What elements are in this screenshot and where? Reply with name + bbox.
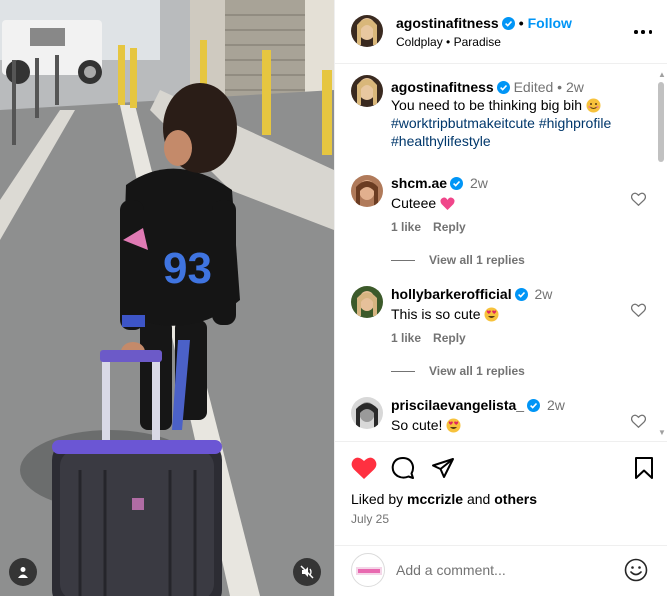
commenter-avatar[interactable] [351, 175, 383, 207]
caption-hashtags: #worktripbutmakeitcute #highprofile #hea… [391, 114, 651, 150]
smiling-face-emoji-icon [586, 98, 601, 113]
audio-song[interactable]: Paradise [454, 35, 501, 49]
hashtag-link[interactable]: #worktripbutmakeitcute [391, 115, 535, 131]
mute-button[interactable] [293, 558, 321, 586]
caption-time[interactable]: 2w [566, 79, 584, 95]
caption-username[interactable]: agostinafitness [391, 79, 494, 95]
audio-artist[interactable]: Coldplay [396, 35, 443, 49]
tag-user-icon [18, 567, 28, 578]
svg-text:93: 93 [163, 244, 212, 293]
comment-item: priscilaevangelista_ 2w So cute! [335, 393, 655, 441]
heart-eyes-emoji-icon [446, 418, 461, 433]
like-comment-heart-icon[interactable] [631, 192, 646, 206]
comment-input[interactable] [396, 558, 616, 582]
verified-badge-icon [450, 177, 464, 190]
add-comment-bar [335, 545, 667, 596]
mute-icon [300, 565, 314, 579]
view-replies-button[interactable]: View all 1 replies [391, 253, 525, 267]
comment-text: Cuteee [391, 195, 437, 211]
heart-icon[interactable] [351, 456, 377, 480]
view-replies-button[interactable]: View all 1 replies [391, 364, 525, 378]
comment-time[interactable]: 2w [547, 397, 565, 413]
commenter-username[interactable]: hollybarkerofficial [391, 286, 512, 302]
like-comment-heart-icon[interactable] [631, 414, 646, 428]
emoji-icon[interactable] [624, 558, 648, 582]
author-avatar[interactable] [351, 15, 383, 47]
liked-by-others[interactable]: others [494, 491, 537, 507]
verified-badge-icon [514, 288, 528, 301]
post-sidebar: agostinafitness • Follow Coldplay • Paradi… [334, 0, 667, 596]
comment-item: hollybarkerofficial 2w This is so cute 1… [335, 282, 655, 392]
comment-icon[interactable] [391, 456, 415, 480]
separator-dot: • [553, 79, 566, 95]
comment-time[interactable]: 2w [534, 286, 552, 302]
separator-dot: • [518, 15, 524, 31]
comments-list[interactable]: agostinafitness Edited • 2w You need to … [335, 64, 667, 441]
verified-badge-icon [527, 399, 541, 412]
comment-time[interactable]: 2w [470, 175, 488, 191]
comment-text: This is so cute [391, 306, 481, 322]
edited-label: Edited [513, 79, 554, 95]
post-date[interactable]: July 25 [351, 512, 389, 526]
separator-dot: • [446, 35, 454, 49]
hashtag-link[interactable]: #highprofile [539, 115, 611, 131]
replies-divider [391, 370, 415, 372]
author-username[interactable]: agostinafitness [396, 15, 499, 31]
liked-by-user[interactable]: mccrizle [407, 491, 463, 507]
author-avatar[interactable] [351, 75, 383, 107]
audio-info[interactable]: Coldplay • Paradise [396, 35, 501, 49]
commenter-username[interactable]: shcm.ae [391, 175, 447, 191]
more-options-icon[interactable] [634, 23, 652, 41]
current-user-avatar [351, 553, 385, 587]
comment-item: shcm.ae 2w Cuteee 1 like Reply View all 1… [335, 171, 655, 281]
reply-button[interactable]: Reply [433, 220, 466, 234]
verified-badge-icon [501, 17, 515, 30]
scrollbar-thumb[interactable] [658, 82, 664, 162]
view-replies-label: View all 1 replies [429, 364, 525, 378]
comment-likes[interactable]: 1 like [391, 220, 421, 234]
post-media[interactable]: 93 [0, 0, 334, 596]
tag-user-button[interactable] [9, 558, 37, 586]
save-icon[interactable] [634, 456, 654, 480]
view-replies-label: View all 1 replies [429, 253, 525, 267]
heart-eyes-emoji-icon [484, 307, 499, 322]
replies-divider [391, 259, 415, 261]
verified-badge-icon [496, 81, 510, 94]
caption-text: You need to be thinking big bih [391, 97, 582, 113]
comments-scrollbar[interactable]: ▲ ▼ [655, 64, 667, 441]
post-actions: Liked by mccrizle and others July 25 [335, 441, 667, 545]
follow-button[interactable]: Follow [528, 15, 572, 31]
hashtag-link[interactable]: #healthylifestyle [391, 133, 491, 149]
commenter-username[interactable]: priscilaevangelista_ [391, 397, 524, 413]
liked-by-prefix: Liked by [351, 491, 404, 507]
comment-likes[interactable]: 1 like [391, 331, 421, 345]
liked-by-summary[interactable]: Liked by mccrizle and others [351, 491, 537, 507]
commenter-avatar[interactable] [351, 397, 383, 429]
liked-by-conjunction: and [466, 491, 491, 507]
post-photo: 93 [0, 0, 334, 596]
pink-heart-emoji-icon [440, 197, 455, 210]
like-comment-heart-icon[interactable] [631, 303, 646, 317]
share-icon[interactable] [431, 456, 455, 480]
comment-text: So cute! [391, 417, 443, 433]
scroll-down-arrow-icon[interactable]: ▼ [658, 428, 666, 437]
reply-button[interactable]: Reply [433, 331, 466, 345]
commenter-avatar[interactable] [351, 286, 383, 318]
post-header: agostinafitness • Follow Coldplay • Paradi… [335, 0, 667, 64]
scroll-up-arrow-icon[interactable]: ▲ [658, 70, 666, 79]
